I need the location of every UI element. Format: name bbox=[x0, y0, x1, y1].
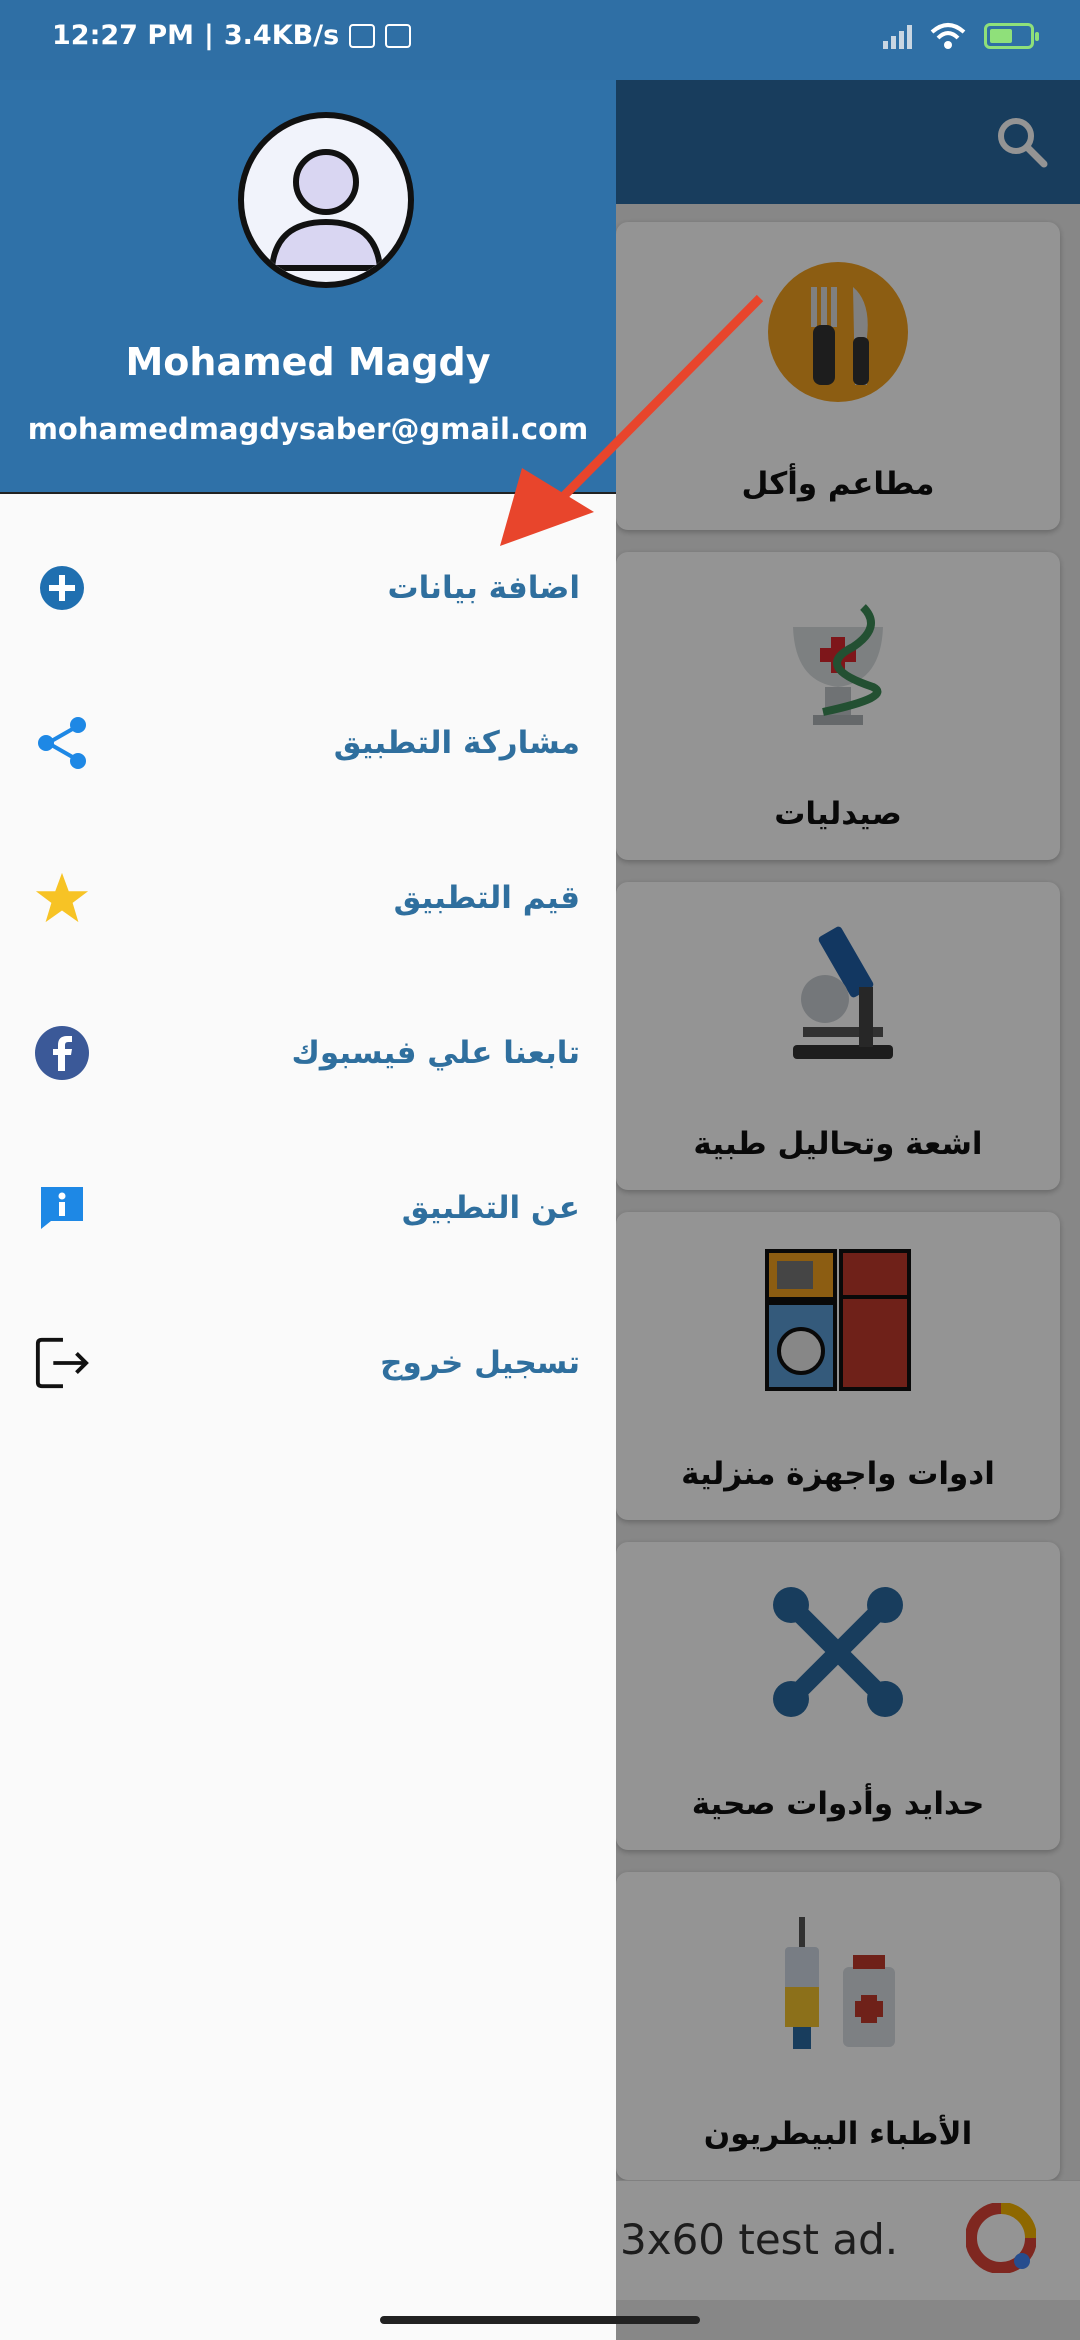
star-icon bbox=[34, 870, 90, 926]
share-icon bbox=[34, 715, 90, 771]
menu-item-share-app[interactable]: مشاركة التطبيق bbox=[0, 665, 616, 820]
menu-item-label: تسجيل خروج bbox=[380, 1344, 580, 1381]
add-circle-icon bbox=[34, 560, 90, 616]
status-time: 12:27 PM bbox=[52, 20, 195, 51]
avatar[interactable] bbox=[238, 112, 414, 288]
facebook-icon bbox=[34, 1025, 90, 1081]
wifi-icon bbox=[930, 23, 966, 49]
menu-item-label: قيم التطبيق bbox=[393, 879, 580, 916]
info-icon bbox=[34, 1180, 90, 1236]
menu-item-label: عن التطبيق bbox=[401, 1189, 580, 1226]
annotation-arrow-icon bbox=[500, 294, 764, 546]
signal-icon bbox=[883, 23, 912, 49]
menu-item-label: اضافة بيانات bbox=[387, 569, 580, 606]
battery-charging-icon bbox=[984, 23, 1039, 49]
menu-item-logout[interactable]: تسجيل خروج bbox=[0, 1285, 616, 1440]
gallery-icon bbox=[349, 23, 376, 48]
network-speed: 3.4KB/s bbox=[223, 20, 340, 51]
menu-item-label: تابعنا علي فيسبوك bbox=[291, 1034, 581, 1071]
home-indicator[interactable] bbox=[380, 2316, 700, 2324]
status-bar: 12:27 PM | 3.4KB/s bbox=[0, 0, 1080, 80]
menu-item-rate-app[interactable]: قيم التطبيق bbox=[0, 820, 616, 975]
menu-item-label: مشاركة التطبيق bbox=[333, 724, 580, 761]
menu-item-facebook[interactable]: تابعنا علي فيسبوك bbox=[0, 975, 616, 1130]
drawer-menu: اضافة بيانات مشاركة التطبيق قيم التطبيق … bbox=[0, 510, 616, 1440]
menu-item-about[interactable]: عن التطبيق bbox=[0, 1130, 616, 1285]
logout-icon bbox=[34, 1335, 90, 1391]
screen-icon bbox=[385, 23, 412, 48]
